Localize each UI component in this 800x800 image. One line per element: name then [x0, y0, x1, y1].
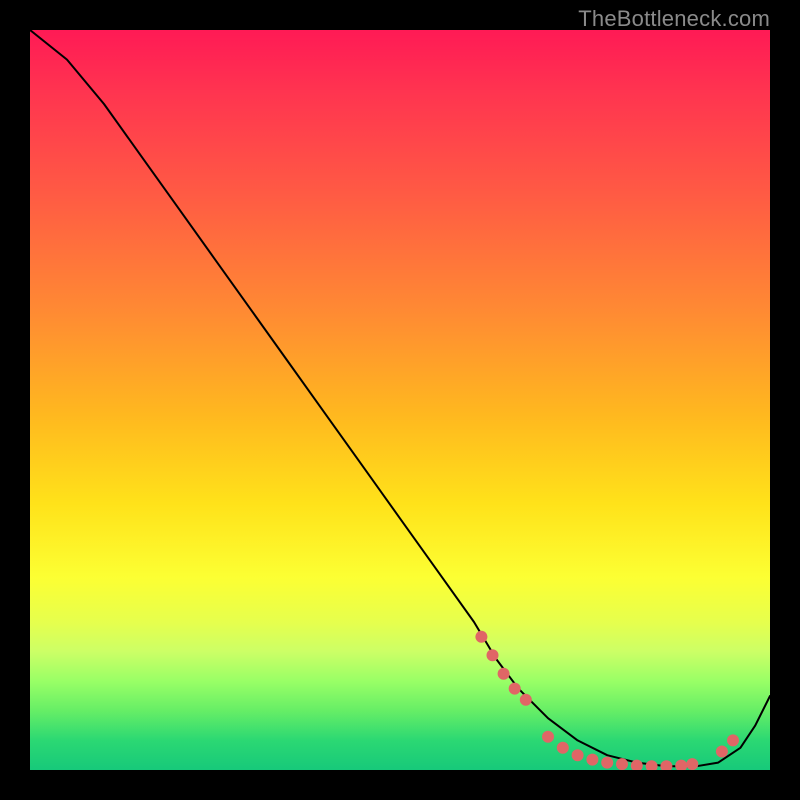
watermark-text: TheBottleneck.com	[578, 6, 770, 32]
chart-frame: TheBottleneck.com	[0, 0, 800, 800]
highlighted-point	[660, 760, 672, 770]
highlighted-point	[675, 760, 687, 770]
highlighted-point	[716, 746, 728, 758]
highlighted-point	[509, 683, 521, 695]
bottleneck-curve-path	[30, 30, 770, 766]
highlighted-points-group	[475, 631, 739, 770]
highlighted-point	[616, 758, 628, 770]
highlighted-point	[542, 731, 554, 743]
highlighted-point	[487, 649, 499, 661]
highlighted-point	[498, 668, 510, 680]
bottleneck-curve	[30, 30, 770, 770]
highlighted-point	[520, 694, 532, 706]
highlighted-point	[601, 757, 613, 769]
highlighted-point	[557, 742, 569, 754]
highlighted-point	[686, 758, 698, 770]
highlighted-point	[727, 734, 739, 746]
highlighted-point	[586, 754, 598, 766]
highlighted-point	[475, 631, 487, 643]
highlighted-point	[646, 760, 658, 770]
highlighted-point	[572, 749, 584, 761]
plot-area	[30, 30, 770, 770]
